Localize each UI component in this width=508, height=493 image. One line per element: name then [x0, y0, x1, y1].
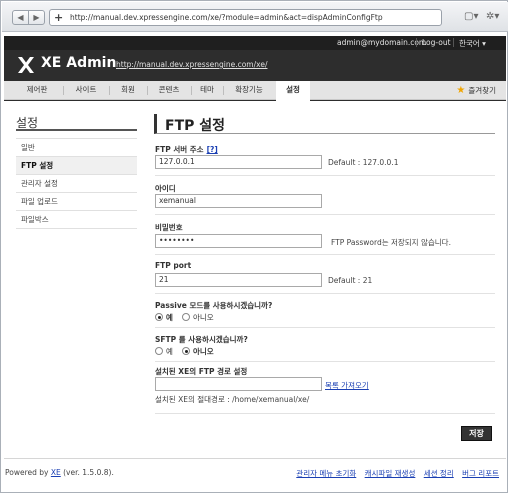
page-menu-icon[interactable]: ▢▾	[464, 11, 478, 23]
divider	[155, 361, 495, 362]
back-icon: ◀	[17, 13, 24, 22]
divider	[155, 293, 495, 294]
gear-icon[interactable]: ✲▾	[486, 11, 499, 23]
ftp-server-label-text: FTP 서버 주소	[155, 145, 204, 154]
ftp-path-label: 설치된 XE의 FTP 경로 설정	[155, 367, 248, 376]
site-url-link[interactable]: http://manual.dev.xpressengine.com/xe/	[116, 60, 267, 69]
radio-checked-icon	[155, 313, 163, 321]
address-bar[interactable]: + http://manual.dev.xpressengine.com/xe/…	[49, 9, 442, 26]
admin-topbar: admin@mydomain.com Log-out 한국어 ▾	[4, 36, 506, 50]
divider	[155, 413, 495, 414]
sidebar-item-file-upload[interactable]: 파일 업로드	[16, 193, 137, 211]
back-button[interactable]: ◀	[12, 10, 29, 25]
passive-mode-label: Passive 모드를 사용하시겠습니까?	[155, 301, 273, 310]
ftp-port-default: Default : 21	[328, 276, 373, 285]
password-input[interactable]: ••••••••	[155, 234, 322, 248]
ftp-port-input[interactable]: 21	[155, 273, 322, 287]
favorites-link[interactable]: ★ 즐겨찾기	[456, 85, 496, 96]
browser-toolbar: ◀ ▶ + http://manual.dev.xpressengine.com…	[2, 2, 508, 32]
ftp-server-label: FTP 서버 주소 [?]	[155, 144, 218, 155]
sidebar-item-admin-settings[interactable]: 관리자 설정	[16, 175, 137, 193]
passive-yes-radio[interactable]: 예	[155, 312, 173, 323]
admin-menu: 제어판 사이트 회원 콘텐츠 테마 확장기능 설정 ★ 즐겨찾기	[4, 81, 506, 101]
passive-no-radio[interactable]: 아니오	[182, 312, 214, 323]
forward-button[interactable]: ▶	[28, 10, 45, 25]
forward-icon: ▶	[33, 13, 40, 22]
sftp-yes-radio[interactable]: 예	[155, 346, 173, 357]
sftp-no-radio[interactable]: 아니오	[182, 346, 214, 357]
bug-report-link[interactable]: 버그 리포트	[462, 469, 499, 478]
sidebar-item-ftp[interactable]: FTP 설정	[16, 157, 137, 175]
menu-item-dashboard[interactable]: 제어판	[12, 81, 62, 100]
browser-window: ◀ ▶ + http://manual.dev.xpressengine.com…	[0, 0, 508, 493]
logout-link[interactable]: Log-out	[422, 38, 451, 47]
regenerate-cache-link[interactable]: 캐시파일 재생성	[365, 469, 416, 478]
divider	[416, 38, 417, 47]
sftp-label: SFTP 를 사용하시겠습니까?	[155, 335, 248, 344]
ftp-server-input[interactable]: 127.0.0.1	[155, 155, 322, 169]
radio-label: 예	[166, 313, 173, 322]
sidebar-item-general[interactable]: 일반	[16, 139, 137, 157]
menu-item-extensions[interactable]: 확장기능	[224, 81, 274, 100]
divider	[155, 254, 495, 255]
user-email: admin@mydomain.com	[337, 38, 427, 47]
radio-unchecked-icon	[182, 313, 190, 321]
save-button[interactable]: 저장	[461, 426, 492, 441]
ftp-server-default: Default : 127.0.0.1	[328, 158, 399, 167]
sidebar-menu: 일반 FTP 설정 관리자 설정 파일 업로드 파일박스	[16, 138, 137, 229]
ftp-port-label: FTP port	[155, 261, 192, 270]
absolute-path-text: 설치된 XE의 절대경로 : /home/xemanual/xe/	[155, 395, 310, 404]
divider	[155, 175, 495, 176]
reset-admin-menu-link[interactable]: 관리자 메뉴 초기화	[296, 469, 356, 478]
divider	[453, 38, 454, 47]
help-link[interactable]: [?]	[207, 145, 218, 154]
page-title: FTP 설정	[165, 118, 226, 134]
powered-by: Powered by XE (ver. 1.5.0.8).	[5, 468, 114, 477]
user-id-label: 아이디	[155, 184, 176, 193]
star-icon: ★	[456, 85, 466, 96]
address-url[interactable]: http://manual.dev.xpressengine.com/xe/?m…	[70, 13, 383, 22]
divider	[4, 458, 506, 459]
password-note: FTP Password는 저장되지 않습니다.	[331, 238, 451, 247]
footer-links: 관리자 메뉴 초기화 캐시파일 재생성 세션 정리 버그 리포트	[290, 468, 499, 479]
menu-item-content[interactable]: 콘텐츠	[148, 81, 190, 100]
divider	[155, 327, 495, 328]
language-select[interactable]: 한국어 ▾	[459, 38, 486, 49]
page-title-box: FTP 설정	[154, 114, 495, 134]
xe-logo-icon[interactable]	[16, 55, 36, 75]
xe-link[interactable]: XE	[51, 468, 61, 477]
favorites-label: 즐겨찾기	[468, 86, 496, 95]
clear-session-link[interactable]: 세션 정리	[424, 469, 454, 478]
radio-label: 아니오	[193, 313, 214, 322]
radio-unchecked-icon	[155, 347, 163, 355]
user-id-input[interactable]: xemanual	[155, 194, 322, 208]
fetch-list-link[interactable]: 목록 가져오기	[325, 380, 369, 391]
radio-label: 아니오	[193, 347, 214, 356]
menu-item-settings[interactable]: 설정	[276, 81, 310, 101]
menu-item-site[interactable]: 사이트	[64, 81, 108, 100]
admin-brand-title[interactable]: XE Admin	[41, 55, 116, 71]
radio-label: 예	[166, 347, 173, 356]
sidebar-item-filebox[interactable]: 파일박스	[16, 211, 137, 229]
powered-version: (ver. 1.5.0.8).	[60, 468, 114, 477]
add-tab-icon[interactable]: +	[54, 11, 63, 24]
divider	[16, 129, 137, 131]
ftp-path-input[interactable]	[155, 377, 322, 391]
radio-checked-icon	[182, 347, 190, 355]
menu-item-member[interactable]: 회원	[110, 81, 146, 100]
powered-prefix: Powered by	[5, 468, 51, 477]
password-label: 비밀번호	[155, 223, 183, 232]
divider	[155, 214, 495, 215]
menu-item-theme[interactable]: 테마	[192, 81, 222, 100]
